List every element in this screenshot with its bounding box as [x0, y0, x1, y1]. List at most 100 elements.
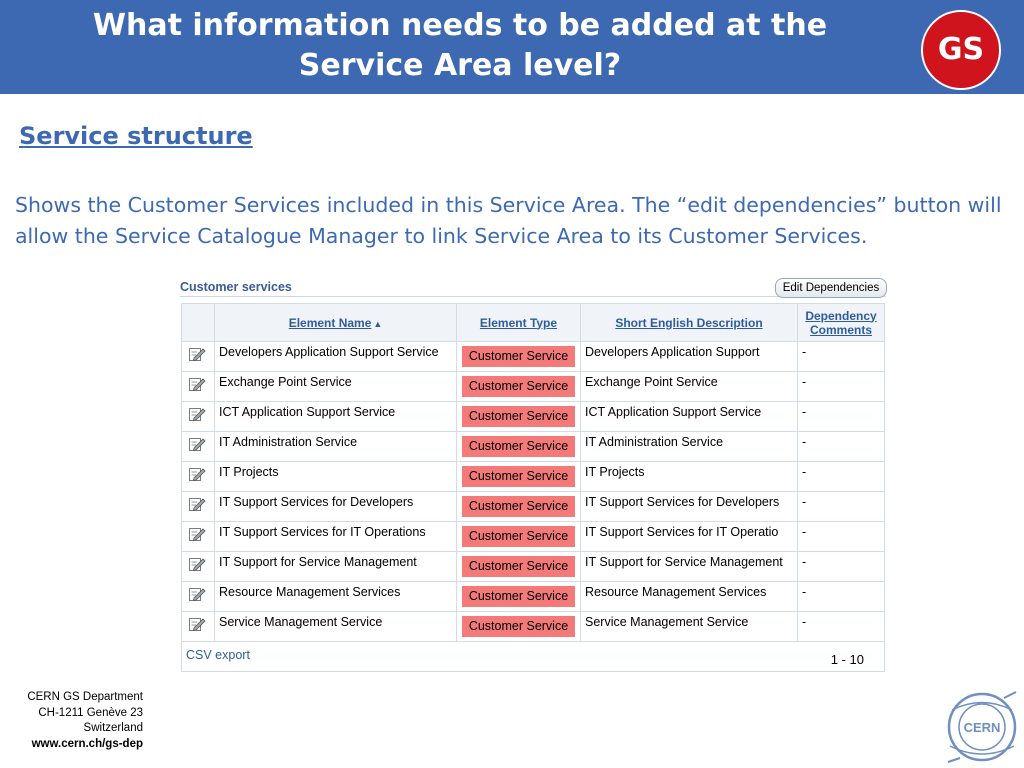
element-name-cell: Developers Application Support Service: [214, 341, 457, 372]
element-type-cell: Customer Service: [456, 371, 581, 402]
row-edit-cell[interactable]: [181, 551, 215, 582]
row-edit-cell[interactable]: [181, 611, 215, 642]
dependency-comments-cell: -: [797, 401, 885, 432]
dependency-comments-cell: -: [797, 461, 885, 492]
table-row: Developers Application Support Service Cu…: [181, 341, 885, 372]
edit-pencil-icon[interactable]: [188, 585, 206, 603]
edit-pencil-icon[interactable]: [188, 555, 206, 573]
table-row: IT Administration Service Customer Servic…: [181, 431, 885, 462]
footer-url[interactable]: www.cern.ch/gs-dep: [0, 737, 143, 753]
col-header-short-description[interactable]: Short English Description: [580, 303, 798, 342]
dependency-comments-cell: -: [797, 431, 885, 462]
table-row: IT Support Services for IT Operations Cus…: [181, 521, 885, 552]
col-header-element-name-label[interactable]: Element Name: [289, 316, 372, 330]
element-name-cell: Resource Management Services: [214, 581, 457, 612]
short-description-cell: IT Support Services for Developers: [580, 491, 798, 522]
element-name-cell: IT Support Services for Developers: [214, 491, 457, 522]
pagination-label: 1 - 10: [830, 652, 864, 667]
short-description-cell: Exchange Point Service: [580, 371, 798, 402]
row-edit-cell[interactable]: [181, 341, 215, 372]
csv-export-link[interactable]: CSV export: [186, 648, 250, 662]
edit-pencil-icon[interactable]: [188, 375, 206, 393]
table-row: IT Support Services for Developers Custom…: [181, 491, 885, 522]
dependency-comments-cell: -: [797, 341, 885, 372]
row-edit-cell[interactable]: [181, 461, 215, 492]
element-type-cell: Customer Service: [456, 341, 581, 372]
short-description-cell: IT Support for Service Management: [580, 551, 798, 582]
footer-country: Switzerland: [83, 722, 143, 734]
edit-pencil-icon[interactable]: [188, 615, 206, 633]
element-type-tag: Customer Service: [462, 526, 575, 547]
panel-title: Customer services: [180, 280, 292, 294]
table-row: ICT Application Support Service Customer …: [181, 401, 885, 432]
section-title: Service structure: [19, 122, 253, 150]
title-bar: What information needs to be added at th…: [0, 0, 1024, 94]
table-row: Exchange Point Service Customer Service Ex…: [181, 371, 885, 402]
dependency-comments-cell: -: [797, 581, 885, 612]
element-name-cell: IT Support for Service Management: [214, 551, 457, 582]
row-edit-cell[interactable]: [181, 401, 215, 432]
short-description-cell: Resource Management Services: [580, 581, 798, 612]
table-row: Resource Management Services Customer Ser…: [181, 581, 885, 612]
footer-postal: CH-1211 Genève 23: [38, 706, 143, 719]
col-header-element-name[interactable]: Element Name ▲: [214, 303, 457, 342]
row-edit-cell[interactable]: [181, 371, 215, 402]
edit-pencil-icon[interactable]: [188, 405, 206, 423]
element-type-tag: Customer Service: [462, 586, 575, 607]
gs-badge: GS: [921, 10, 1001, 90]
element-type-cell: Customer Service: [456, 461, 581, 492]
intro-text: Shows the Customer Services included in …: [15, 193, 1002, 248]
cern-logo: CERN: [947, 691, 1017, 763]
edit-pencil-icon[interactable]: [188, 435, 206, 453]
sort-ascending-icon: ▲: [373, 318, 383, 329]
edit-dependencies-button[interactable]: Edit Dependencies: [775, 278, 887, 298]
short-description-cell: Developers Application Support: [580, 341, 798, 372]
element-type-tag: Customer Service: [462, 406, 575, 427]
element-type-tag: Customer Service: [462, 496, 575, 517]
dependency-comments-cell: -: [797, 551, 885, 582]
short-description-cell: IT Support Services for IT Operatio: [580, 521, 798, 552]
row-edit-cell[interactable]: [181, 521, 215, 552]
element-type-cell: Customer Service: [456, 521, 581, 552]
slide-title-line2: Service Area level?: [298, 48, 622, 83]
table-row: IT Support for Service Management Custome…: [181, 551, 885, 582]
element-type-cell: Customer Service: [456, 551, 581, 582]
footer-address: CERN GS Department CH-1211 Genève 23 Swi…: [0, 690, 143, 752]
dependency-comments-cell: -: [797, 371, 885, 402]
table-footer-cell: CSV export 1 - 10: [181, 641, 885, 672]
element-type-cell: Customer Service: [456, 491, 581, 522]
edit-pencil-icon[interactable]: [188, 345, 206, 363]
short-description-cell: Service Management Service: [580, 611, 798, 642]
row-edit-cell[interactable]: [181, 491, 215, 522]
col-header-element-type[interactable]: Element Type: [456, 303, 581, 342]
element-name-cell: IT Support Services for IT Operations: [214, 521, 457, 552]
table-footer-row: CSV export 1 - 10: [181, 641, 885, 672]
dependency-comments-cell: -: [797, 521, 885, 552]
edit-pencil-icon[interactable]: [188, 495, 206, 513]
footer-department: CERN GS Department: [27, 691, 143, 703]
short-description-cell: IT Projects: [580, 461, 798, 492]
row-edit-cell[interactable]: [181, 431, 215, 462]
element-type-tag: Customer Service: [462, 346, 575, 367]
table-row: Service Management Service Customer Servi…: [181, 611, 885, 642]
slide-title-line1: What information needs to be added at th…: [92, 8, 828, 43]
element-type-tag: Customer Service: [462, 616, 575, 637]
edit-pencil-icon[interactable]: [188, 465, 206, 483]
col-header-dependency-comments[interactable]: Dependency Comments: [797, 303, 885, 342]
element-name-cell: Exchange Point Service: [214, 371, 457, 402]
dependency-comments-cell: -: [797, 611, 885, 642]
table-body: Developers Application Support Service Cu…: [181, 341, 885, 642]
short-description-cell: IT Administration Service: [580, 431, 798, 462]
col-header-icon: [181, 303, 215, 342]
row-edit-cell[interactable]: [181, 581, 215, 612]
cern-logo-text: CERN: [964, 720, 1001, 735]
element-type-tag: Customer Service: [462, 466, 575, 487]
dependency-comments-cell: -: [797, 491, 885, 522]
customer-services-table: Element Name ▲ Element Type Short English…: [181, 303, 885, 672]
edit-pencil-icon[interactable]: [188, 525, 206, 543]
element-type-cell: Customer Service: [456, 431, 581, 462]
customer-services-panel: Customer services Edit Dependencies Elem…: [178, 275, 888, 673]
element-type-cell: Customer Service: [456, 611, 581, 642]
element-type-tag: Customer Service: [462, 376, 575, 397]
element-name-cell: IT Administration Service: [214, 431, 457, 462]
